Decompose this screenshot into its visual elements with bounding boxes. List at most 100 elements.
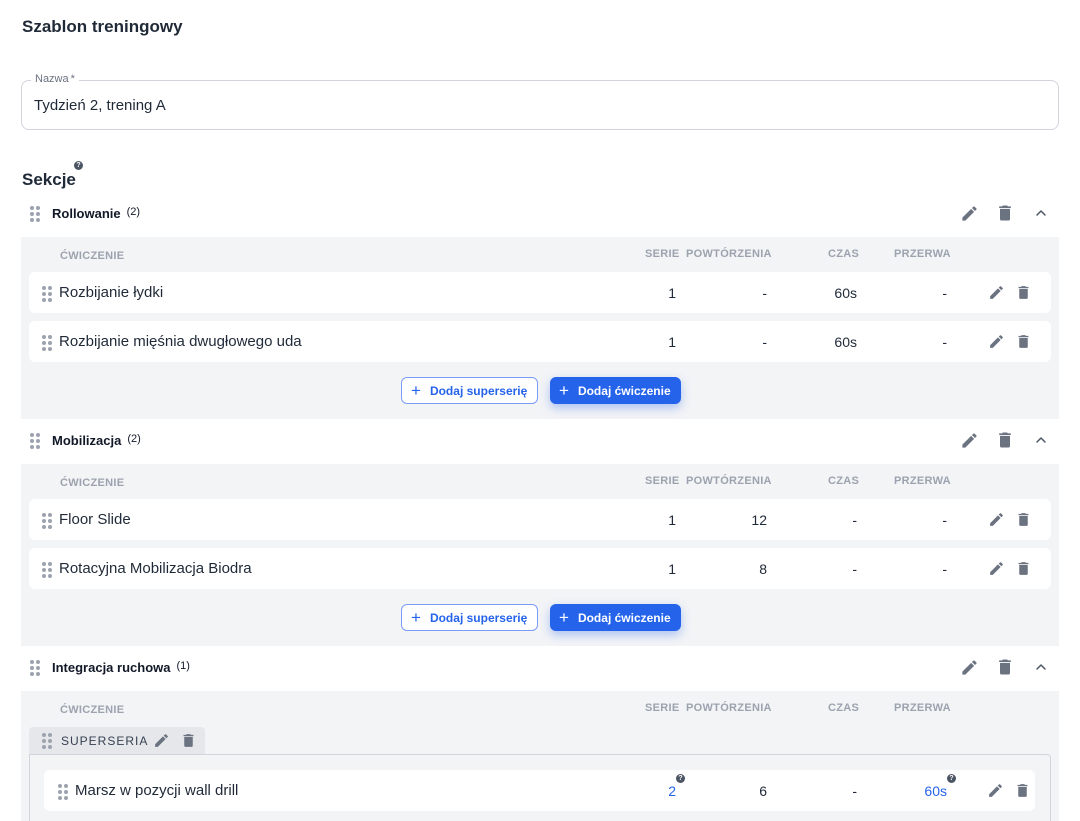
plus-icon: + [559,381,569,400]
drag-handle-icon[interactable] [30,660,40,676]
time-value: 60s [834,334,857,350]
exercise-name: Marsz w pozycji wall drill [75,782,239,799]
column-header-sets: SERIE [645,702,680,714]
edit-exercise-icon[interactable] [987,559,1005,577]
column-header-rest: PRZERWA [894,702,951,714]
edit-exercise-icon[interactable] [987,332,1005,350]
exercise-row[interactable]: Rozbijanie mięśnia dwugłowego uda 1 - 60… [29,321,1051,362]
delete-section-icon[interactable] [995,203,1015,223]
delete-superset-icon[interactable] [179,731,197,749]
column-header-time: CZAS [828,475,860,487]
exercise-name: Floor Slide [59,511,131,528]
delete-section-icon[interactable] [995,430,1015,450]
exercise-name: Rotacyjna Mobilizacja Biodra [59,560,252,577]
reps-value: - [762,285,767,301]
edit-exercise-icon[interactable] [987,510,1005,528]
section-title: Rollowanie (2) [52,206,141,221]
training-template-dialog: Szablon treningowy Nazwa* Sekcje ? Rollo… [0,0,1080,821]
exercise-row[interactable]: Marsz w pozycji wall drill 2 ? 6 - 60s ? [44,770,1035,811]
drag-handle-icon[interactable] [42,513,52,529]
column-header-reps: POWTÓRZENIA [686,475,772,487]
column-header-exercise: ĆWICZENIE [60,477,125,489]
delete-exercise-icon[interactable] [1014,510,1032,528]
edit-superset-icon[interactable] [152,731,170,749]
drag-handle-icon[interactable] [42,335,52,351]
help-icon[interactable]: ? [676,774,685,783]
drag-handle-icon[interactable] [58,784,68,800]
collapse-chevron-up-icon[interactable] [1031,657,1051,677]
add-superset-button[interactable]: + Dodaj superserię [401,604,539,631]
exercise-row[interactable]: Rozbijanie łydki 1 - 60s - [29,272,1051,313]
column-header-time: CZAS [828,702,860,714]
sections-title: Sekcje [22,170,76,189]
delete-exercise-icon[interactable] [1013,781,1031,799]
add-exercise-button[interactable]: + Dodaj ćwiczenie [550,604,681,631]
rest-value: - [942,285,947,301]
section-title: Mobilizacja (2) [52,433,141,448]
section-header-integracja-ruchowa: Integracja ruchowa (1) [21,647,1059,687]
rest-value-link[interactable]: 60s [924,783,947,799]
help-icon[interactable]: ? [74,161,83,170]
column-header-exercise: ĆWICZENIE [60,704,125,716]
column-header-rest: PRZERWA [894,475,951,487]
add-superset-button[interactable]: + Dodaj superserię [401,377,539,404]
delete-exercise-icon[interactable] [1014,559,1032,577]
edit-section-icon[interactable] [959,657,979,677]
section-header-rollowanie: Rollowanie (2) [21,193,1059,233]
reps-value: 12 [751,512,767,528]
drag-handle-icon[interactable] [30,433,40,449]
drag-handle-icon[interactable] [30,206,40,222]
sets-value: 1 [668,334,676,350]
column-header-rest: PRZERWA [894,248,951,260]
exercise-name: Rozbijanie łydki [59,284,164,301]
drag-handle-icon[interactable] [42,286,52,302]
delete-section-icon[interactable] [995,657,1015,677]
name-field[interactable]: Nazwa * [21,73,1059,130]
section-body-mobilizacja: ĆWICZENIE SERIE POWTÓRZENIA CZAS PRZERWA… [21,464,1059,646]
name-input[interactable] [34,97,934,114]
time-value: - [852,783,857,799]
column-header-reps: POWTÓRZENIA [686,248,772,260]
section-body-rollowanie: ĆWICZENIE SERIE POWTÓRZENIA CZAS PRZERWA… [21,237,1059,419]
exercise-row[interactable]: Rotacyjna Mobilizacja Biodra 1 8 - - [29,548,1051,589]
time-value: 60s [834,285,857,301]
sets-value: 1 [668,512,676,528]
add-exercise-button[interactable]: + Dodaj ćwiczenie [550,377,681,404]
section-title: Integracja ruchowa (1) [52,660,190,675]
column-header-sets: SERIE [645,475,680,487]
edit-exercise-icon[interactable] [987,283,1005,301]
exercise-name: Rozbijanie mięśnia dwugłowego uda [59,333,302,350]
plus-icon: + [559,608,569,627]
rest-value: - [942,334,947,350]
sets-value: 1 [668,285,676,301]
edit-exercise-icon[interactable] [986,781,1004,799]
superset-tab: SUPERSERIA [29,727,205,754]
reps-value: - [762,334,767,350]
plus-icon: + [411,381,421,400]
section-header-mobilizacja: Mobilizacja (2) [21,420,1059,460]
page-title: Szablon treningowy [22,17,183,36]
collapse-chevron-up-icon[interactable] [1031,430,1051,450]
superset-label: SUPERSERIA [61,734,149,748]
delete-exercise-icon[interactable] [1014,332,1032,350]
sets-value: 1 [668,561,676,577]
drag-handle-icon[interactable] [42,733,52,749]
sets-value-link[interactable]: 2 [668,783,676,799]
column-header-sets: SERIE [645,248,680,260]
column-header-time: CZAS [828,248,860,260]
name-field-label: Nazwa * [31,73,79,85]
rest-value: - [942,561,947,577]
help-icon[interactable]: ? [947,774,956,783]
time-value: - [852,512,857,528]
drag-handle-icon[interactable] [42,562,52,578]
delete-exercise-icon[interactable] [1014,283,1032,301]
exercise-row[interactable]: Floor Slide 1 12 - - [29,499,1051,540]
column-header-exercise: ĆWICZENIE [60,250,125,262]
time-value: - [852,561,857,577]
edit-section-icon[interactable] [959,430,979,450]
collapse-chevron-up-icon[interactable] [1031,203,1051,223]
edit-section-icon[interactable] [959,203,979,223]
superset-container: Marsz w pozycji wall drill 2 ? 6 - 60s ? [29,754,1051,821]
section-body-integracja-ruchowa: ĆWICZENIE SERIE POWTÓRZENIA CZAS PRZERWA… [21,691,1059,821]
reps-value: 6 [759,783,767,799]
